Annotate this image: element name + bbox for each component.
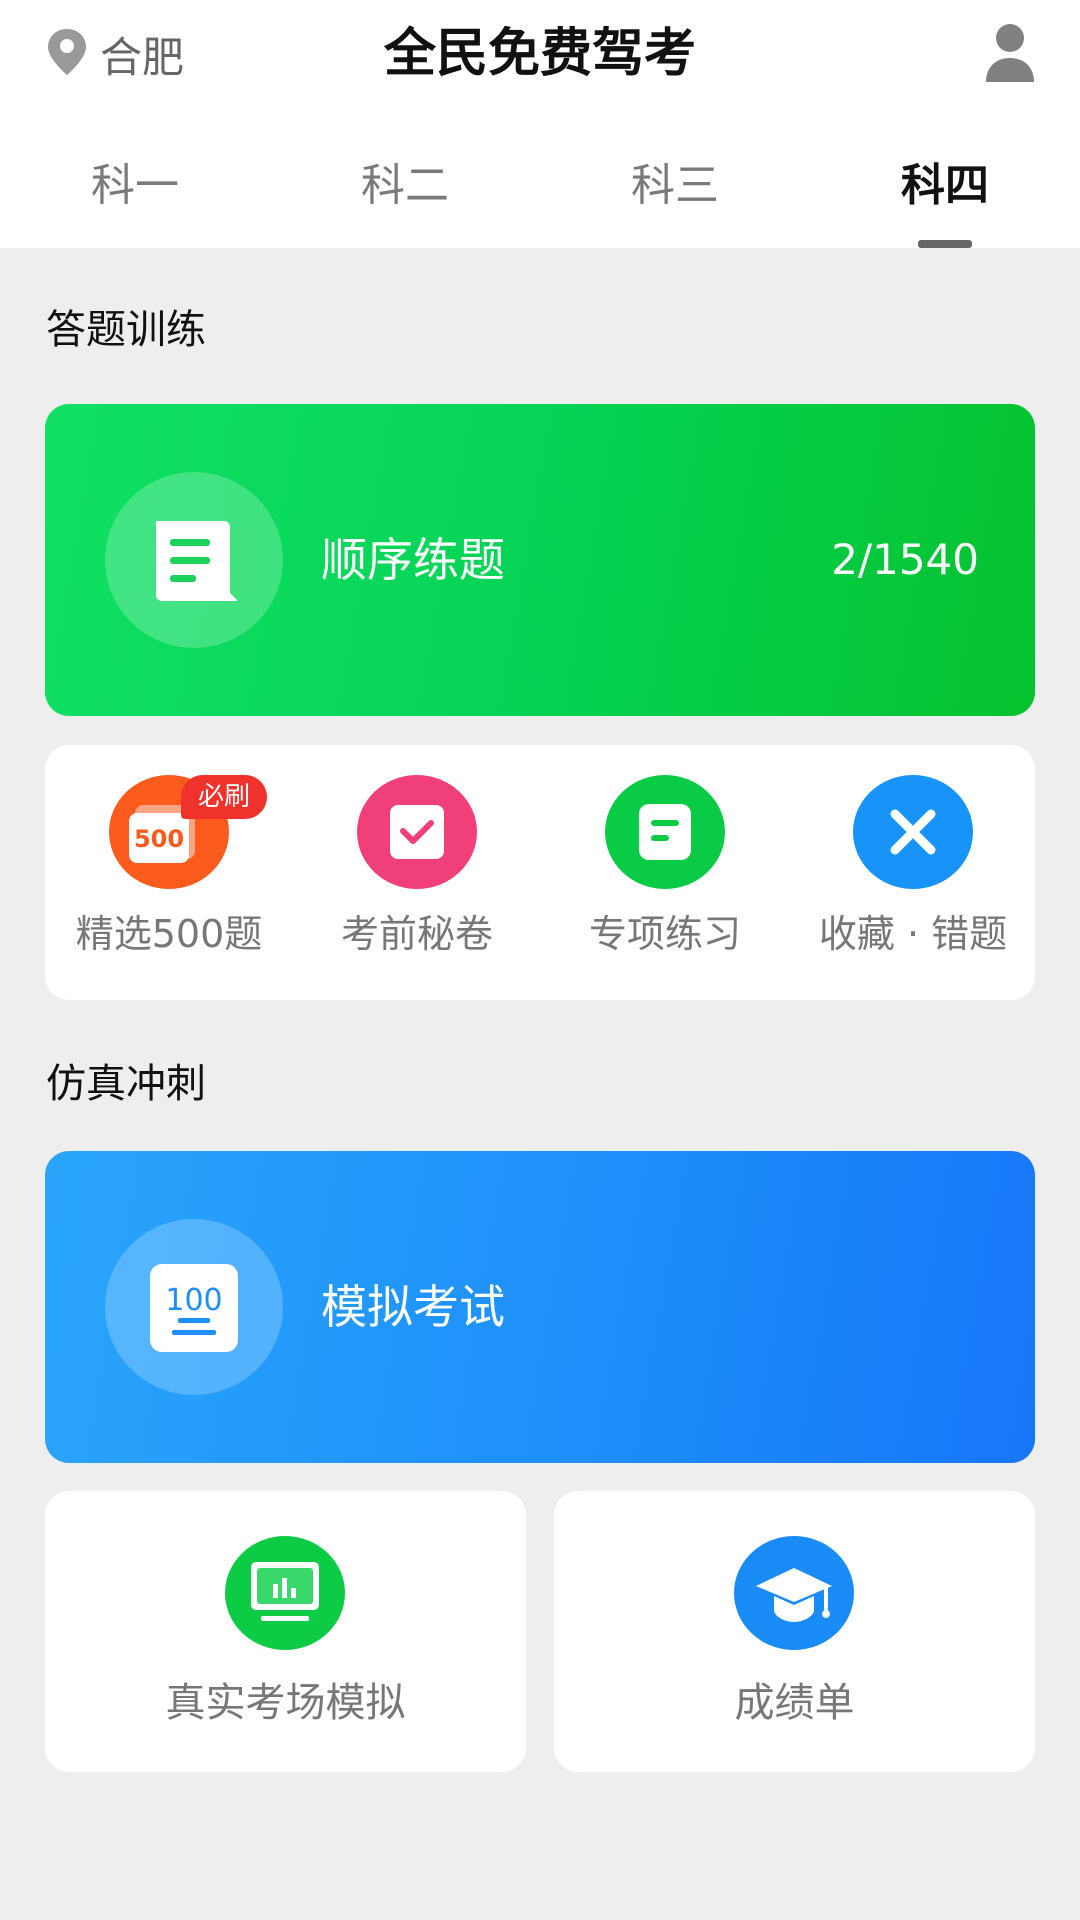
quick-item-label: 精选500题 — [75, 912, 263, 956]
pre-exam-secret-button[interactable]: 考前秘卷 — [293, 775, 541, 975]
section-title-training: 答题训练 — [46, 307, 206, 353]
topic-practice-button[interactable]: 专项练习 — [541, 775, 789, 975]
must-do-badge: 必刷 — [181, 775, 267, 819]
mock-exam-card[interactable]: 100 模拟考试 — [45, 1151, 1035, 1463]
section-title-sprint: 仿真冲刺 — [46, 1061, 206, 1107]
score-100-icon: 100 — [150, 1264, 238, 1352]
header: 合肥 全民免费驾考 科一 科二 科三 科四 — [0, 0, 1080, 248]
app-title: 全民免费驾考 — [383, 24, 696, 84]
monitor-chart-icon — [225, 1536, 345, 1650]
quick-practice-panel: 500 必刷 精选500题 考前秘卷 专项练习 收藏 · 错题 — [45, 745, 1035, 1000]
user-icon[interactable] — [982, 22, 1038, 82]
tab-indicator — [918, 240, 972, 248]
graduation-cap-icon — [734, 1536, 854, 1650]
sequential-practice-progress: 2/1540 — [831, 535, 979, 584]
real-exam-simulation-label: 真实考场模拟 — [165, 1680, 406, 1726]
svg-text:500: 500 — [134, 825, 184, 853]
quick-item-label: 考前秘卷 — [340, 912, 493, 956]
document-icon — [156, 521, 238, 601]
tab-subject-3[interactable]: 科三 — [585, 156, 765, 216]
favorites-mistakes-button[interactable]: 收藏 · 错题 — [789, 775, 1037, 975]
svg-text:100: 100 — [165, 1283, 222, 1318]
tab-subject-2[interactable]: 科二 — [315, 156, 495, 216]
score-report-button[interactable]: 成绩单 — [554, 1491, 1035, 1772]
real-exam-simulation-button[interactable]: 真实考场模拟 — [45, 1491, 526, 1772]
sequential-practice-card[interactable]: 顺序练题 2/1540 — [45, 404, 1035, 716]
tab-subject-4[interactable]: 科四 — [855, 156, 1035, 216]
selected-500-button[interactable]: 500 必刷 精选500题 — [45, 775, 293, 975]
quick-item-label: 专项练习 — [588, 912, 741, 956]
close-icon — [853, 775, 973, 889]
mock-exam-label: 模拟考试 — [321, 1280, 505, 1334]
quick-item-label: 收藏 · 错题 — [818, 912, 1008, 956]
score-report-label: 成绩单 — [734, 1680, 855, 1726]
check-icon — [357, 775, 477, 889]
sequential-practice-label: 顺序练题 — [321, 533, 505, 587]
tab-subject-1[interactable]: 科一 — [45, 156, 225, 216]
note-icon — [605, 775, 725, 889]
